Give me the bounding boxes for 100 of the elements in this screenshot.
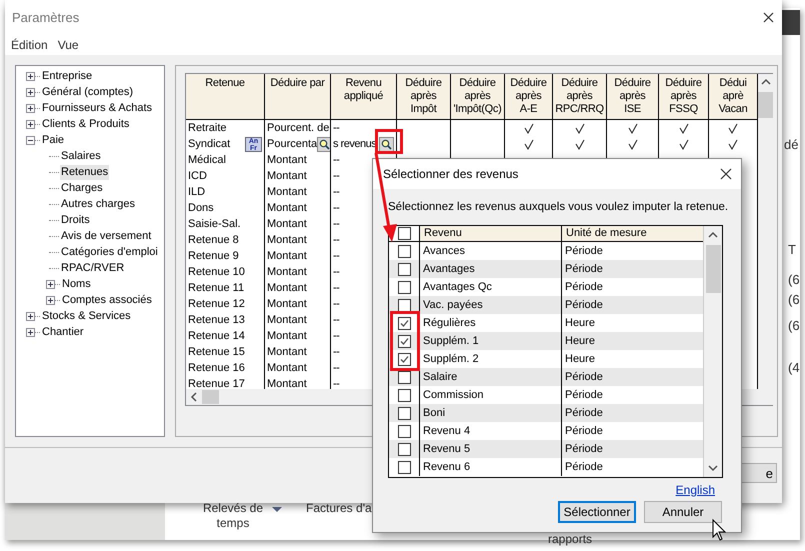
tree-item[interactable]: Catégories d'emploi [60, 244, 159, 260]
column-header[interactable]: Déduire après RPC/RRQ [553, 74, 607, 119]
close-icon [763, 12, 774, 23]
vertical-scrollbar[interactable] [703, 226, 722, 477]
column-header[interactable]: Déduire par [265, 74, 331, 119]
column-header-text: Déduire par [270, 77, 325, 90]
tree-item[interactable]: Clients & Produits [41, 116, 130, 132]
checkbox[interactable] [398, 388, 410, 402]
checkbox[interactable] [398, 442, 410, 456]
column-header-text: RPC/RRQ [555, 103, 604, 116]
vertical-scrollbar[interactable] [758, 74, 773, 405]
lookup-button[interactable] [317, 136, 330, 152]
column-header[interactable]: Retenue [186, 74, 265, 119]
header-bar [782, 10, 800, 35]
checkbox[interactable] [398, 262, 410, 276]
side-text: (6 [788, 291, 800, 309]
column-header-text: Déduire [561, 77, 598, 90]
table-cell-text: Montant [267, 360, 307, 376]
column-header[interactable]: Déduire après Impôt [397, 74, 451, 119]
column-header-text: aprè [722, 90, 744, 103]
table-cell-text: Montant [267, 232, 307, 248]
tree-item[interactable]: Chantier [41, 324, 85, 340]
column-header-text: A-E [520, 103, 538, 116]
column-header-text: Dédui [719, 77, 747, 90]
column-header[interactable]: Déduire après FSSQ [659, 74, 709, 119]
toolbar-button[interactable]: Factures d'a [306, 501, 372, 531]
checkbox[interactable] [398, 244, 410, 258]
checkbox[interactable] [398, 316, 410, 330]
table-cell-text: Pourcent. de [267, 120, 330, 136]
column-header[interactable]: Déduire après A-E [505, 74, 553, 119]
tree-item[interactable]: Paie [41, 132, 66, 148]
table-cell-text: -- [333, 216, 340, 232]
column-header-text: Déduire [614, 77, 651, 90]
footer-text: rapports [548, 533, 592, 546]
checkbox[interactable] [398, 280, 410, 294]
column-header-text: FSSQ [669, 103, 698, 116]
toolbar-button[interactable]: Relevés de temps [198, 501, 282, 531]
instruction-text: Sélectionnez les revenus auxquels vous voulez imputer la retenue. [388, 201, 728, 213]
table-cell-text: -- [333, 200, 340, 216]
column-header[interactable]: Déduire après ISE [607, 74, 659, 119]
tree-item[interactable]: Autres charges [60, 196, 136, 212]
table-cell-text: Période [564, 460, 604, 475]
column-header[interactable]: Revenu appliqué [331, 74, 397, 119]
tree-item[interactable]: Charges [60, 180, 104, 196]
checkbox[interactable] [398, 352, 410, 366]
language-link[interactable]: English [676, 481, 715, 498]
column-header[interactable]: Unité de mesure [562, 226, 703, 241]
checkbox[interactable] [398, 406, 410, 420]
tree-item[interactable]: RPAC/RVER [60, 260, 126, 276]
column-header[interactable]: Déduire après 'Impôt(Qc) [451, 74, 505, 119]
table-cell-text: Période [564, 244, 604, 259]
tree-item[interactable]: Entreprise [41, 68, 94, 84]
checkbox[interactable] [398, 424, 410, 438]
table-cell-text: Retenue 10 [188, 264, 245, 280]
lookup-button[interactable] [379, 136, 394, 152]
table-cell-text: Syndicat [188, 136, 230, 152]
table-cell-text: Montant [267, 152, 307, 168]
table-cell-text: Période [564, 280, 604, 295]
column-header-text: après [670, 90, 697, 103]
table-cell-text: Période [564, 442, 604, 457]
menu-item[interactable]: Édition [11, 36, 48, 54]
tree-item[interactable]: Comptes associés [61, 292, 153, 308]
scrollbar-thumb[interactable] [706, 245, 720, 293]
scrollbar-thumb[interactable] [758, 92, 773, 118]
tree-item[interactable]: Retenues [60, 164, 110, 180]
scrollbar-thumb[interactable] [202, 390, 219, 404]
table-cell-text: Pourcenta [267, 136, 318, 152]
checkbox[interactable] [398, 460, 410, 474]
table-cell-text: Dons [188, 200, 214, 216]
column-header-text: Impôt [410, 103, 436, 116]
tree-item[interactable]: Droits [60, 212, 91, 228]
menu-item[interactable]: Vue [58, 36, 79, 54]
search-icon [381, 138, 392, 150]
table-cell-text: Saisie-Sal. [188, 216, 241, 232]
highlight-box [375, 129, 403, 154]
scroll-up-icon [708, 231, 718, 239]
tree-item[interactable]: Salaires [60, 148, 102, 164]
checkbox[interactable] [398, 227, 410, 240]
table-cell-text: -- [333, 232, 340, 248]
table-cell-text: s revenus [333, 136, 376, 152]
column-header[interactable]: Dédui aprè Vacan [709, 74, 758, 119]
dialog-button[interactable]: Sélectionner [558, 501, 636, 523]
column-header[interactable]: Revenu [420, 226, 562, 241]
table-cell-text: Heure [564, 352, 596, 367]
checkbox[interactable] [398, 334, 410, 348]
table-cell-text: Montant [267, 376, 307, 390]
dialog-button[interactable]: Annuler [644, 501, 722, 523]
table-cell-text: Montant [267, 248, 307, 264]
tree-item[interactable]: Général (comptes) [41, 84, 134, 100]
table-cell-text: Retenue 15 [188, 344, 245, 360]
tree-item[interactable]: Avis de versement [60, 228, 152, 244]
checkbox[interactable] [398, 298, 410, 312]
table-cell-text: -- [333, 312, 340, 328]
checkbox[interactable] [398, 370, 410, 384]
scroll-up-icon [760, 78, 770, 86]
tree-item[interactable]: Stocks & Services [41, 308, 132, 324]
tree-item[interactable]: Fournisseurs & Achats [41, 100, 154, 116]
column-header-text: après [464, 90, 491, 103]
table-cell-text: Période [564, 406, 604, 421]
tree-item[interactable]: Noms [61, 276, 92, 292]
